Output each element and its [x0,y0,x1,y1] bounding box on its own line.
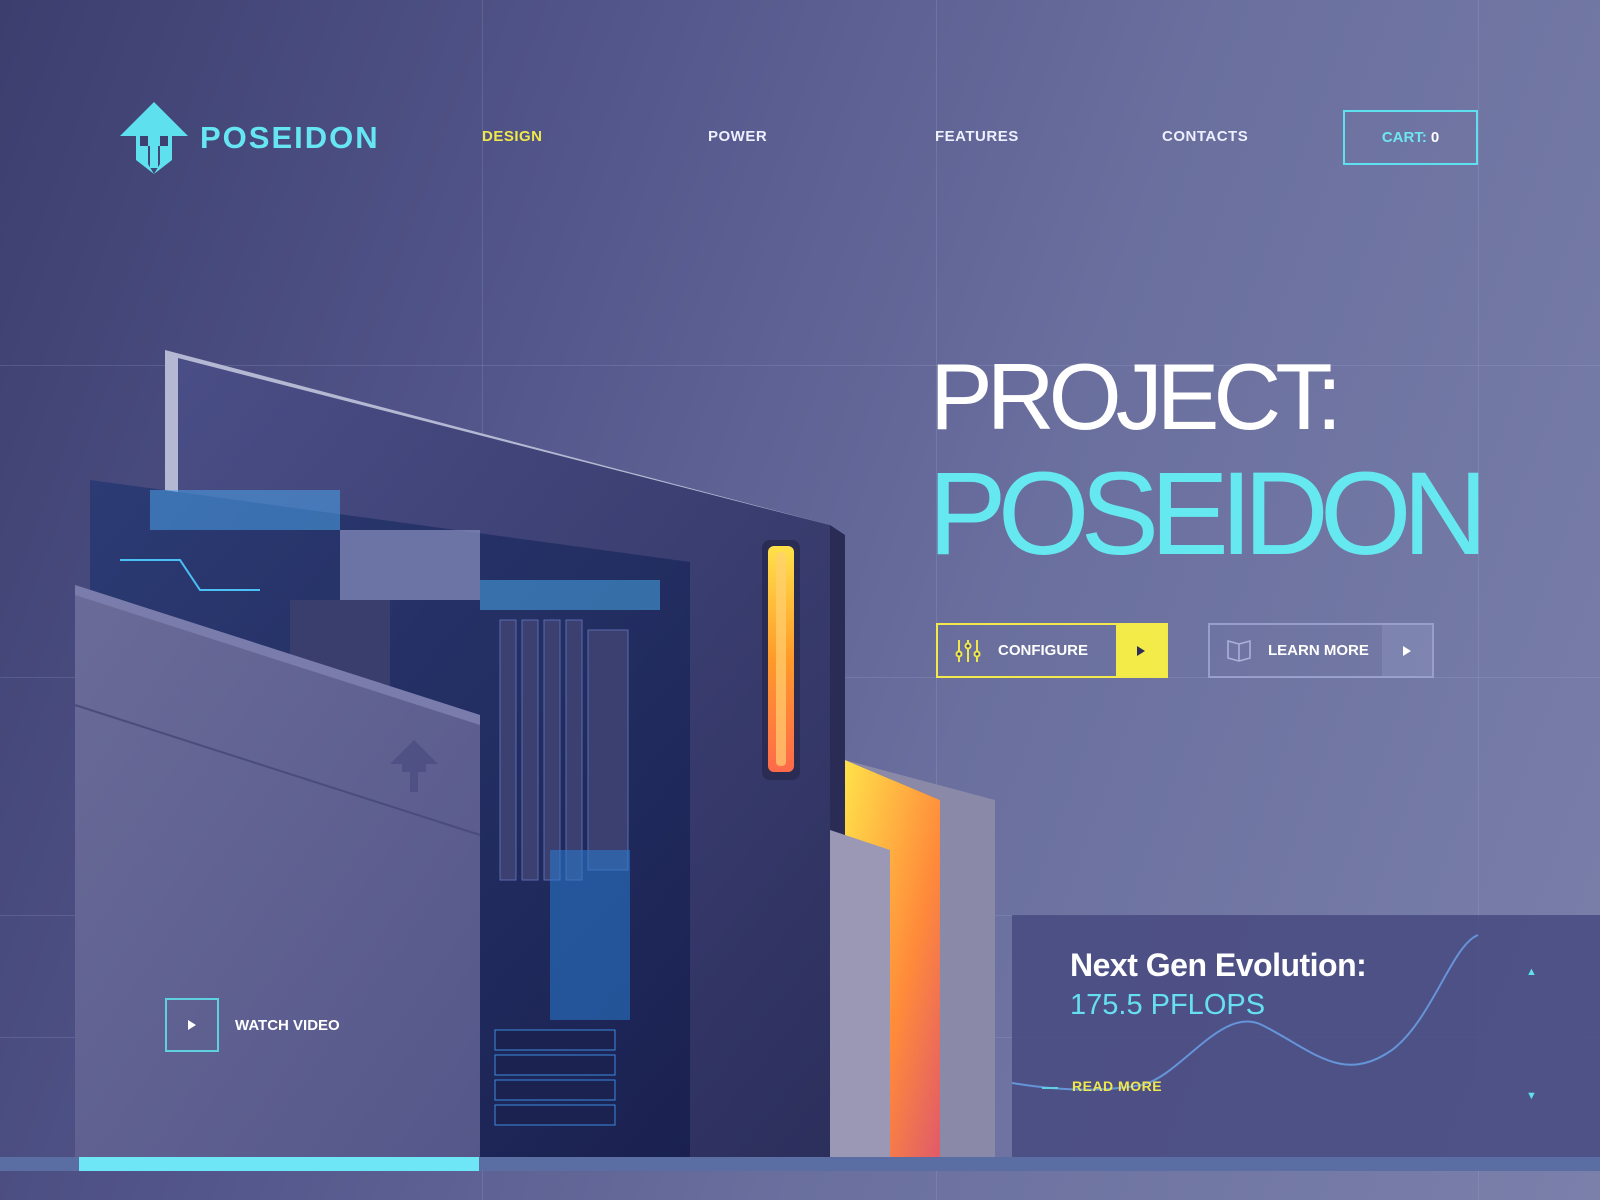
arrow-up-icon[interactable]: ▲ [1526,966,1537,978]
panel-value: 175.5 PFLOPS [1070,989,1266,1021]
configure-label: CONFIGURE [998,642,1088,659]
book-icon [1210,639,1268,662]
logo[interactable]: POSEIDON [120,102,380,174]
play-arrow-icon [1116,625,1166,676]
slider-progress [79,1157,479,1171]
watch-video-label: WATCH VIDEO [235,1016,340,1034]
arrow-down-icon[interactable]: ▼ [1526,1090,1537,1102]
nav-design[interactable]: DESIGN [482,128,543,145]
dash-divider [1042,1087,1058,1089]
play-arrow-icon [1382,625,1432,676]
read-more-link[interactable]: READ MORE [1072,1078,1162,1094]
nav-contacts[interactable]: CONTACTS [1162,128,1248,145]
brand-name: POSEIDON [200,120,380,155]
cart-label: CART: [1381,129,1427,146]
cart-count: 0 [1430,129,1440,146]
sliders-icon [938,639,998,663]
cart-button[interactable]: CART: 0 [1343,110,1478,165]
info-panel: Next Gen Evolution: 175.5 PFLOPS READ MO… [1012,915,1600,1157]
hero-title-line1: PROJECT: [930,344,1342,449]
trident-logo-icon [120,102,188,174]
hero-title-line2: POSEIDON [928,448,1488,580]
learn-more-label: LEARN MORE [1268,642,1369,659]
play-icon [165,998,219,1052]
learn-more-button[interactable]: LEARN MORE [1208,623,1434,678]
watch-video-button[interactable]: WATCH VIDEO [165,998,340,1052]
configure-button[interactable]: CONFIGURE [936,623,1168,678]
panel-title: Next Gen Evolution: [1070,947,1367,983]
nav-power[interactable]: POWER [708,128,767,145]
nav-features[interactable]: FEATURES [935,128,1019,145]
